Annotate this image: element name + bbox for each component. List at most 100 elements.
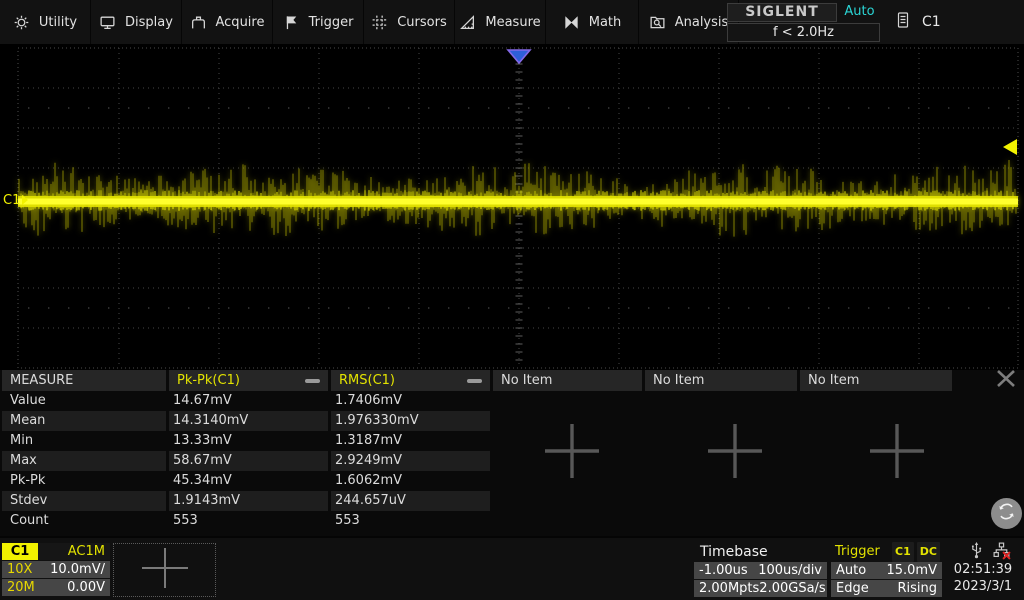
trigger-frequency-readout: f < 2.0Hz [727, 23, 880, 42]
channel1-trace [0, 44, 1024, 370]
table-row: Pk-Pk45.34mV1.6062mV [2, 471, 490, 491]
timebase-descriptor-box[interactable]: Timebase -1.00us 100us/div 2.00Mpts 2.00… [694, 543, 827, 597]
channel1-header: C1 AC1M [2, 543, 110, 560]
status-icons [968, 541, 1011, 564]
add-measurement-button[interactable] [868, 422, 926, 480]
menu-item-utility[interactable]: Utility [0, 0, 91, 44]
top-menu-bar: Utility Display Acquire Trigger Cursors … [0, 0, 1024, 44]
table-row: Mean14.3140mV1.976330mV [2, 411, 490, 431]
measurement-panel: MEASURE Pk-Pk(C1) RMS(C1) No Item No Ite… [0, 370, 1024, 536]
menu-item-label: Analysis [675, 15, 729, 30]
menu-item-label: Display [125, 15, 173, 30]
usb-icon [968, 541, 985, 564]
menu-item-label: Trigger [309, 15, 354, 30]
plus-icon [543, 469, 601, 484]
time-per-div: 100us/div [758, 562, 822, 579]
active-channel-indicator[interactable]: C1 [895, 0, 941, 44]
channel-ground-marker[interactable]: C1 [3, 192, 28, 208]
menu-item-label: Cursors [397, 15, 447, 30]
gear-icon [13, 14, 30, 31]
notes-icon [895, 11, 911, 33]
menu-item-label: Measure [485, 15, 540, 30]
probe-attenuation: 10X [7, 561, 32, 578]
timebase-title: Timebase [694, 543, 827, 561]
channel1-descriptor-box[interactable]: C1 AC1M 10X 10.0mV/ 20M 0.00V [2, 543, 110, 597]
oscilloscope-screen: Utility Display Acquire Trigger Cursors … [0, 0, 1024, 600]
trigger-slope: Rising [897, 580, 937, 597]
channel-ground-label: C1 [3, 193, 20, 208]
channel1-badge: C1 [2, 543, 38, 560]
trigger-type-row: Edge Rising [831, 580, 942, 597]
measure-column-empty-3[interactable]: No Item [800, 370, 952, 391]
menu-item-display[interactable]: Display [91, 0, 182, 44]
volts-per-div: 10.0mV/ [50, 561, 105, 578]
minus-icon[interactable] [467, 379, 482, 383]
trigger-level: 15.0mV [886, 562, 937, 579]
waveform-display-area: C1 [0, 44, 1024, 370]
trigger-title-row: Trigger C1 DC [831, 543, 942, 561]
channel1-offset-row: 20M 0.00V [2, 579, 110, 596]
menu-item-acquire[interactable]: Acquire [182, 0, 273, 44]
menu-item-cursors[interactable]: Cursors [364, 0, 455, 44]
channel1-scale-row: 10X 10.0mV/ [2, 561, 110, 578]
table-row: Min13.33mV1.3187mV [2, 431, 490, 451]
siglent-logo: SIGLENT [727, 3, 837, 22]
table-row: Value14.67mV1.7406mV [2, 391, 490, 411]
menu-item-analysis[interactable]: Analysis [639, 0, 739, 44]
math-icon [563, 14, 580, 31]
table-row: Count553553 [2, 511, 490, 531]
reset-statistics-button[interactable] [991, 498, 1022, 529]
trigger-type: Edge [836, 580, 869, 597]
plus-icon [706, 469, 764, 484]
memory-depth: 2.00Mpts [699, 580, 759, 597]
plus-icon [868, 469, 926, 484]
timebase-sampling-row: 2.00Mpts 2.00GSa/s [694, 580, 827, 597]
analysis-icon [649, 14, 666, 31]
acquisition-status-badge: Auto [839, 3, 880, 22]
timebase-delay-row: -1.00us 100us/div [694, 562, 827, 579]
measurement-header-row: MEASURE Pk-Pk(C1) RMS(C1) No Item No Ite… [2, 370, 952, 391]
menu-item-trigger[interactable]: Trigger [273, 0, 364, 44]
ruler-icon [459, 14, 476, 31]
add-channel-tile[interactable] [113, 543, 216, 597]
channel-offset: 0.00V [67, 579, 105, 596]
measure-column-pkpk[interactable]: Pk-Pk(C1) [169, 370, 328, 391]
table-row: Max58.67mV2.9249mV [2, 451, 490, 471]
measure-column-empty-2[interactable]: No Item [645, 370, 797, 391]
bandwidth-limit: 20M [7, 579, 35, 596]
display-icon [99, 14, 116, 31]
close-icon [994, 369, 1018, 392]
cursors-icon [371, 14, 388, 31]
bottom-status-bar: C1 AC1M 10X 10.0mV/ 20M 0.00V Timebase -… [0, 536, 1024, 600]
menu-item-measure[interactable]: Measure [455, 0, 546, 44]
add-measurement-button[interactable] [543, 422, 601, 480]
brand-cluster: SIGLENT Auto f < 2.0Hz [727, 3, 880, 42]
trigger-title: Trigger [835, 543, 880, 561]
add-measurement-button[interactable] [706, 422, 764, 480]
trigger-delay: -1.00us [699, 562, 748, 579]
sample-rate: 2.00GSa/s [759, 580, 825, 597]
channel1-coupling: AC1M [38, 543, 110, 560]
trigger-descriptor-box[interactable]: Trigger C1 DC Auto 15.0mV Edge Rising [831, 543, 942, 597]
plus-icon [139, 545, 191, 595]
measure-column-rms[interactable]: RMS(C1) [331, 370, 490, 391]
trigger-source-chip: C1 [892, 542, 914, 562]
active-channel-label: C1 [922, 14, 941, 30]
menu-item-math[interactable]: Math [546, 0, 639, 44]
channel-ground-arrow-icon [22, 195, 28, 205]
menu-item-label: Math [589, 15, 622, 30]
minus-icon[interactable] [305, 379, 320, 383]
measurement-table: Value14.67mV1.7406mV Mean14.3140mV1.9763… [2, 391, 490, 531]
acquire-icon [190, 14, 207, 31]
measure-title-cell: MEASURE [2, 370, 166, 391]
clock-date: 2023/3/1 [944, 579, 1022, 594]
measure-column-empty-1[interactable]: No Item [493, 370, 642, 391]
trigger-coupling-chip: DC [917, 542, 940, 562]
refresh-icon [996, 501, 1017, 526]
flag-icon [283, 14, 300, 31]
menu-item-label: Utility [39, 15, 77, 30]
clock-time: 02:51:39 [944, 562, 1022, 577]
table-row: Stdev1.9143mV244.657uV [2, 491, 490, 511]
menu-item-label: Acquire [216, 15, 265, 30]
close-measure-button[interactable] [990, 370, 1022, 391]
